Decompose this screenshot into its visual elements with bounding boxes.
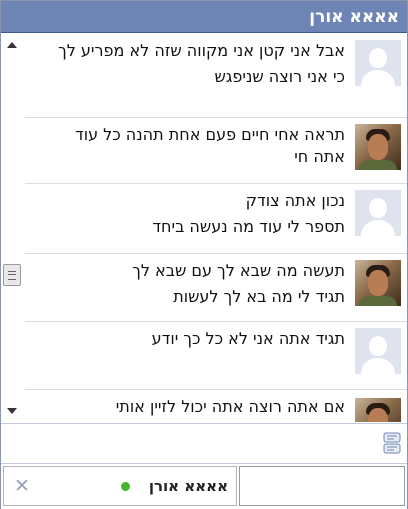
message-line: תגיד לי מה בא לך לעשות <box>173 287 345 306</box>
message-item: אבל אני קטן אני מקווה שזה לא מפריע לך כי… <box>25 34 407 118</box>
user-photo-icon[interactable] <box>355 260 401 306</box>
message-item: תעשה מה שבא לך עם שבא לך תגיד לי מה בא ל… <box>25 254 407 322</box>
message-line: תגיד אתה אני לא כל כך יודע <box>151 329 345 348</box>
chat-tools-row <box>1 423 407 463</box>
generic-user-icon[interactable] <box>355 40 401 86</box>
message-line: נכון אתה צודק <box>245 191 345 210</box>
compose-icon[interactable] <box>383 432 401 454</box>
message-line: תראה אחי חיים פעם אחת תהנה כל עוד אתה חי <box>74 125 345 166</box>
message-line: כי אני רוצה שניפגש <box>214 67 345 86</box>
scroll-up-arrow-icon[interactable] <box>7 42 17 48</box>
message-item: תראה אחי חיים פעם אחת תהנה כל עוד אתה חי <box>25 118 407 184</box>
message-text: תגיד אתה אני לא כל כך יודע <box>45 328 345 354</box>
online-status-icon <box>121 482 130 491</box>
chat-bottom-bar: אאאא אורן ✕ <box>1 463 407 509</box>
message-item: נכון אתה צודק תספר לי עוד מה נעשה ביחד <box>25 184 407 254</box>
chat-tab-name[interactable]: אאאא אורן <box>149 477 228 495</box>
message-text: אם אתה רוצה אתה יכול לזיין אותי <box>45 396 345 422</box>
user-photo-icon[interactable] <box>355 124 401 170</box>
message-text: נכון אתה צודק תספר לי עוד מה נעשה ביחד <box>45 190 345 242</box>
scroll-down-arrow-icon[interactable] <box>7 408 17 414</box>
message-line: אבל אני קטן אני מקווה שזה לא מפריע לך <box>58 41 345 60</box>
message-list: אבל אני קטן אני מקווה שזה לא מפריע לך כי… <box>1 34 407 422</box>
message-line: תעשה מה שבא לך עם שבא לך <box>132 261 345 280</box>
message-text: תעשה מה שבא לך עם שבא לך תגיד לי מה בא ל… <box>45 260 345 312</box>
message-item: אם אתה רוצה אתה יכול לזיין אותי <box>25 392 407 422</box>
scroll-thumb[interactable] <box>3 264 21 286</box>
chat-tab[interactable]: אאאא אורן ✕ <box>3 466 237 506</box>
chat-window: אאאא אורן אבל אני קטן אני מקווה שזה לא מ… <box>0 0 408 509</box>
message-item: תגיד אתה אני לא כל כך יודע <box>25 322 407 390</box>
message-text: אבל אני קטן אני מקווה שזה לא מפריע לך כי… <box>45 40 345 92</box>
generic-user-icon[interactable] <box>355 190 401 236</box>
message-line: אם אתה רוצה אתה יכול לזיין אותי <box>115 397 345 416</box>
message-input[interactable] <box>239 466 405 506</box>
user-photo-icon[interactable] <box>355 398 401 422</box>
scrollbar[interactable] <box>3 34 23 422</box>
close-icon[interactable]: ✕ <box>14 475 30 497</box>
message-text: תראה אחי חיים פעם אחת תהנה כל עוד אתה חי <box>45 124 345 172</box>
generic-user-icon[interactable] <box>355 328 401 374</box>
message-line: תספר לי עוד מה נעשה ביחד <box>152 217 345 236</box>
chat-title[interactable]: אאאא אורן <box>1 1 407 33</box>
